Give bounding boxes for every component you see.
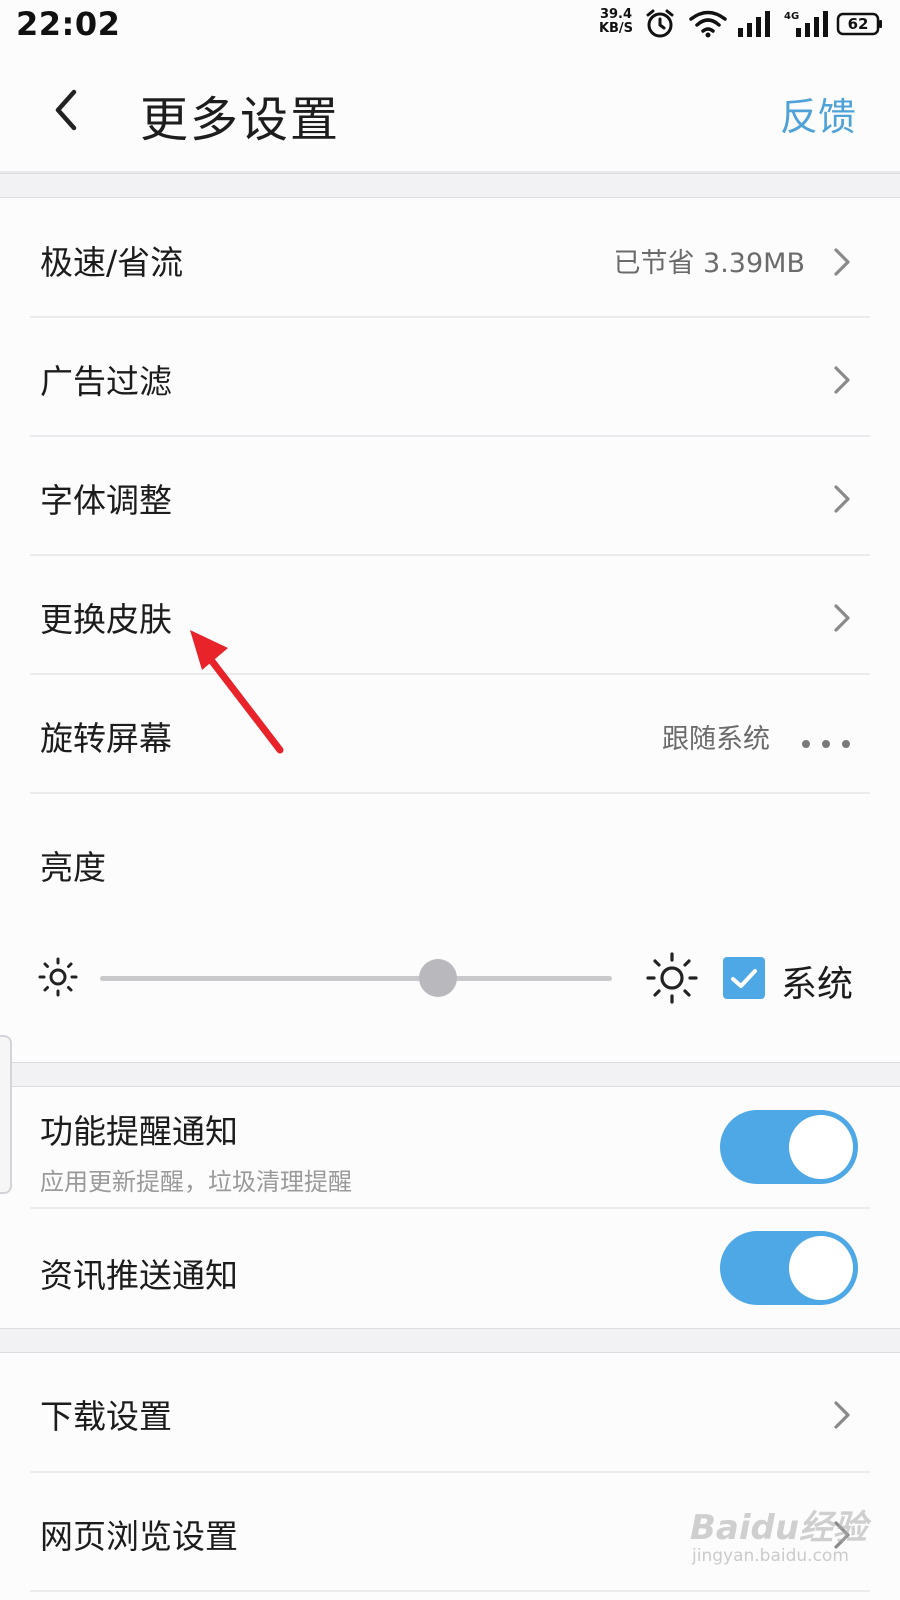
browse-settings-label: 网页浏览设置 — [40, 1517, 238, 1556]
brightness-slider-thumb[interactable] — [418, 959, 457, 997]
network-speed-value: 39.4 — [599, 7, 633, 22]
brightness-low-icon — [38, 957, 78, 997]
annotation-arrow-icon — [190, 630, 284, 754]
section-gap — [0, 1062, 900, 1087]
rotate-screen-label: 旋转屏幕 — [40, 719, 172, 758]
section-gap — [0, 173, 900, 198]
feature-reminder-label: 功能提醒通知 — [40, 1112, 238, 1151]
battery-level: 62 — [847, 15, 869, 33]
network-speed-unit: KB/S — [598, 21, 634, 36]
font-adjust-label: 字体调整 — [40, 481, 172, 520]
chevron-right-icon — [834, 485, 850, 513]
speed-mode-saved-value: 已节省 3.39MB — [613, 248, 805, 279]
wifi-icon — [689, 10, 727, 38]
chevron-right-icon — [834, 1401, 850, 1429]
cellular-signal-4g-icon: 4G — [784, 11, 828, 37]
watermark-url: jingyan.baidu.com — [692, 1546, 849, 1566]
system-brightness-checkbox[interactable] — [723, 957, 765, 999]
feature-reminder-subtitle: 应用更新提醒，垃圾清理提醒 — [40, 1168, 352, 1196]
header — [0, 50, 900, 172]
feedback-link[interactable]: 反馈 — [780, 86, 856, 141]
row-divider — [30, 792, 870, 794]
toggle-knob — [789, 1236, 853, 1300]
section-gap — [0, 1328, 900, 1353]
feature-reminder-toggle[interactable] — [720, 1110, 858, 1184]
chevron-left-icon — [55, 89, 77, 131]
chevron-right-icon — [834, 604, 850, 632]
brightness-label: 亮度 — [40, 848, 106, 887]
news-push-label: 资讯推送通知 — [40, 1256, 238, 1295]
toggle-knob — [789, 1115, 853, 1179]
back-button[interactable] — [40, 78, 104, 142]
status-time: 22:02 — [16, 5, 121, 43]
watermark-logo: Baidu经验 — [690, 1508, 868, 1548]
news-push-toggle[interactable] — [720, 1231, 858, 1305]
download-settings-label: 下载设置 — [40, 1397, 172, 1436]
page-title: 更多设置 — [140, 92, 341, 148]
row-divider — [30, 1590, 870, 1592]
checkmark-icon — [731, 969, 757, 988]
brightness-high-icon — [646, 952, 698, 1004]
edge-handle[interactable] — [0, 1035, 12, 1194]
change-skin-label: 更换皮肤 — [40, 600, 172, 639]
rotate-screen-value: 跟随系统 — [662, 724, 770, 755]
network-type-label: 4G — [784, 11, 799, 22]
network-speed: 39.4 KB/S — [594, 8, 638, 36]
chevron-right-icon — [834, 248, 850, 276]
more-options-icon[interactable] — [800, 738, 852, 750]
alarm-clock-icon — [646, 9, 674, 38]
ad-filter-label: 广告过滤 — [40, 362, 172, 401]
speed-mode-label: 极速/省流 — [40, 243, 184, 282]
brightness-slider-track[interactable] — [100, 976, 612, 981]
system-brightness-label: 系统 — [781, 964, 854, 1005]
chevron-right-icon — [834, 366, 850, 394]
cellular-signal-icon — [738, 11, 770, 37]
